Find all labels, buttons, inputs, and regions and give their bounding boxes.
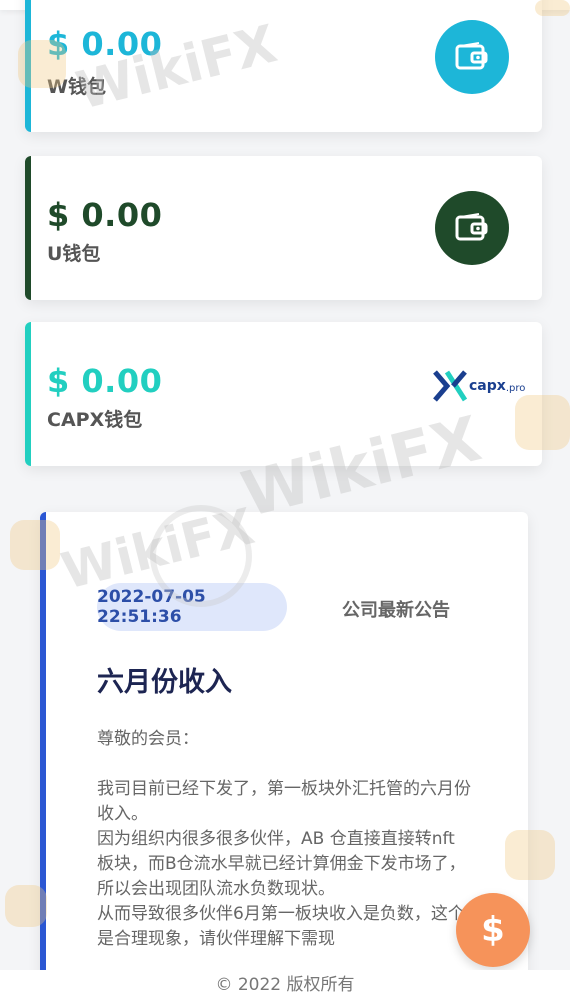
- notice-accent: [40, 512, 46, 982]
- capx-logo: capx .pro: [433, 368, 528, 404]
- card-accent: [25, 0, 31, 132]
- page: $ 0.00 W钱包 $ 0.00 U钱包 $ 0.00 CAPX钱包 capx…: [0, 0, 570, 1000]
- wallet-label: U钱包: [47, 243, 101, 265]
- capx-logo-suffix: .pro: [505, 382, 526, 394]
- dollar-icon: $: [481, 910, 505, 950]
- notice-paragraph: 因为组织内很多很多伙伴，AB 仓直接直接转nft 板块，而B仓流水早就已经计算佣…: [97, 829, 466, 899]
- footer: © 2022 版权所有: [0, 970, 570, 1000]
- notice-card: 2022-07-05 22:51:36 公司最新公告 六月份收入 尊敬的会员： …: [40, 512, 528, 982]
- wallet-icon[interactable]: [435, 191, 509, 265]
- wallet-card-capx[interactable]: $ 0.00 CAPX钱包 capx .pro: [25, 322, 542, 466]
- wallet-amount: $ 0.00: [47, 196, 163, 234]
- notice-paragraph: 从而导致很多伙伴6月第一板块收入是负数，这个是合理现象，请伙伴理解下需现: [97, 904, 465, 949]
- notice-paragraph: 尊敬的会员：: [97, 729, 199, 749]
- capx-logo-text: capx: [469, 378, 506, 394]
- wallet-icon[interactable]: [435, 20, 509, 94]
- wallet-amount: $ 0.00: [47, 362, 163, 400]
- notice-body: 尊敬的会员： 我司目前已经下发了，第一板块外汇托管的六月份收入。 因为组织内很多…: [97, 727, 477, 952]
- card-accent: [25, 156, 31, 300]
- capx-x-icon: [433, 370, 467, 402]
- notice-header-label: 公司最新公告: [342, 600, 450, 621]
- notice-date-badge: 2022-07-05 22:51:36: [97, 583, 287, 631]
- notice-paragraph: 我司目前已经下发了，第一板块外汇托管的六月份收入。: [97, 779, 471, 824]
- wallet-card-u[interactable]: $ 0.00 U钱包: [25, 156, 542, 300]
- wallet-label: CAPX钱包: [47, 409, 143, 431]
- deposit-fab-button[interactable]: $: [456, 893, 530, 967]
- wallet-label: W钱包: [47, 76, 106, 98]
- card-accent: [25, 322, 31, 466]
- wallet-amount: $ 0.00: [47, 25, 163, 63]
- wallet-card-w[interactable]: $ 0.00 W钱包: [25, 0, 542, 132]
- copyright-text: © 2022 版权所有: [215, 975, 355, 995]
- notice-title: 六月份收入: [97, 667, 232, 698]
